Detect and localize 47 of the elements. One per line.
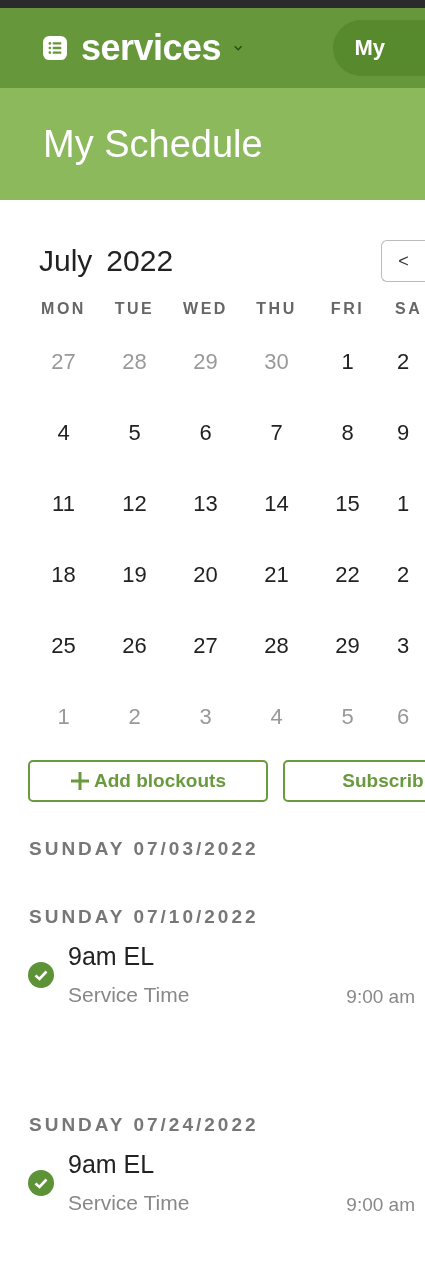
calendar-day[interactable]: 6	[170, 405, 241, 476]
event-subtitle: Service Time	[68, 983, 190, 1008]
calendar-day[interactable]: 9	[383, 405, 425, 476]
calendar-day[interactable]: 26	[99, 618, 170, 689]
event-time: 9:00 am	[346, 986, 415, 1008]
calendar-day[interactable]: 19	[99, 547, 170, 618]
calendar-day[interactable]: 1	[312, 334, 383, 405]
weekday-label: WED	[182, 299, 229, 319]
calendar-day[interactable]: 22	[312, 547, 383, 618]
page-title: My Schedule	[43, 122, 263, 166]
event-time: 9:00 am	[346, 1194, 415, 1216]
weekday-label: FRI	[329, 299, 366, 319]
calendar-day[interactable]: 8	[312, 405, 383, 476]
calendar-day[interactable]: 1	[383, 476, 425, 547]
year-label: 2022	[106, 244, 174, 278]
previous-month-button[interactable]: <	[381, 240, 425, 282]
event-title[interactable]: 9am EL	[68, 1150, 425, 1179]
calendar-day[interactable]: 27	[170, 618, 241, 689]
month-label: July	[39, 244, 93, 278]
calendar-day[interactable]: 29	[312, 618, 383, 689]
weekday-label: THU	[255, 299, 298, 319]
plus-icon	[70, 771, 90, 791]
calendar-day[interactable]: 21	[241, 547, 312, 618]
event-subtitle: Service Time	[68, 1191, 190, 1216]
event-title[interactable]: 9am EL	[68, 942, 425, 971]
calendar-day[interactable]: 3	[383, 618, 425, 689]
calendar-day[interactable]: 15	[312, 476, 383, 547]
weekday-label: SA	[394, 299, 424, 319]
weekday-label: MON	[40, 299, 87, 319]
nav-pill[interactable]: My	[333, 20, 425, 76]
calendar-day[interactable]: 2	[383, 547, 425, 618]
calendar-day[interactable]: 5	[99, 405, 170, 476]
calendar-day[interactable]: 2	[383, 334, 425, 405]
calendar-day[interactable]: 28	[241, 618, 312, 689]
calendar-day[interactable]: 18	[28, 547, 99, 618]
calendar-day[interactable]: 20	[170, 547, 241, 618]
calendar-day[interactable]: 13	[170, 476, 241, 547]
calendar-day[interactable]: 25	[28, 618, 99, 689]
calendar-day[interactable]: 7	[241, 405, 312, 476]
calendar-day[interactable]: 12	[99, 476, 170, 547]
date-heading: SUNDAY 07/03/2022	[28, 838, 260, 860]
calendar-day[interactable]: 11	[28, 476, 99, 547]
weekday-label: TUE	[113, 299, 156, 319]
date-heading: SUNDAY 07/10/2022	[28, 906, 260, 928]
calendar-day[interactable]: 14	[241, 476, 312, 547]
date-heading: SUNDAY 07/24/2022	[28, 1114, 260, 1136]
calendar-day[interactable]: 4	[28, 405, 99, 476]
